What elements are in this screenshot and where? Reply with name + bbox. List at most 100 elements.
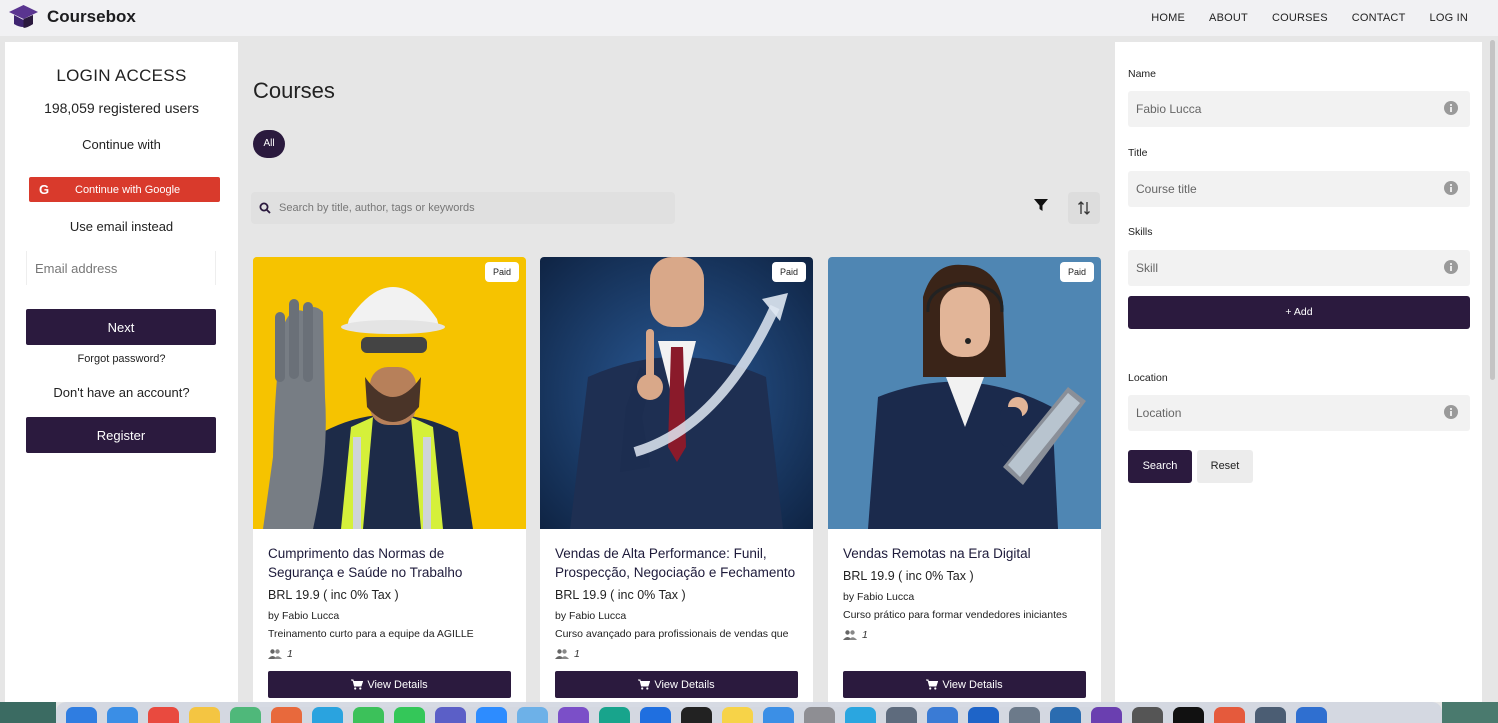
app-icon[interactable] — [640, 707, 671, 723]
app-icon[interactable] — [599, 707, 630, 723]
nav-home[interactable]: HOME — [1151, 12, 1185, 24]
xcode-icon[interactable] — [763, 707, 794, 723]
paid-badge: Paid — [484, 262, 519, 282]
course-image-safety-worker: Paid — [253, 257, 526, 529]
title-field[interactable]: Course title — [1128, 171, 1470, 207]
app-icon[interactable] — [1050, 707, 1081, 723]
info-icon — [1444, 101, 1458, 118]
chrome-icon[interactable] — [148, 707, 179, 723]
google-icon: G — [38, 182, 50, 197]
enrolled-count: 1 — [862, 629, 868, 641]
course-title[interactable]: Vendas de Alta Performance: Funil, Prosp… — [555, 544, 798, 582]
login-panel: LOGIN ACCESS 198,059 registered users Co… — [5, 42, 238, 702]
search-button[interactable]: Search — [1128, 450, 1192, 483]
next-button[interactable]: Next — [26, 309, 216, 345]
course-price: BRL 19.9 ( inc 0% Tax ) — [555, 588, 686, 602]
paid-badge: Paid — [1059, 262, 1094, 282]
nav-about[interactable]: ABOUT — [1209, 12, 1248, 24]
course-author: by Fabio Lucca — [843, 591, 915, 603]
messages-icon[interactable] — [394, 707, 425, 723]
app-icon[interactable] — [1214, 707, 1245, 723]
cart-icon — [926, 679, 939, 690]
registered-users-count: 198,059 registered users — [44, 100, 199, 116]
app-icon[interactable] — [1009, 707, 1040, 723]
cart-icon — [638, 679, 651, 690]
sort-button[interactable] — [1068, 192, 1100, 224]
enrolled-count: 1 — [287, 648, 293, 660]
finder-icon[interactable] — [66, 707, 97, 723]
google-login-button[interactable]: G Continue with Google — [29, 177, 220, 202]
app-icon[interactable] — [1255, 707, 1286, 723]
nav-contact[interactable]: CONTACT — [1352, 12, 1406, 24]
app-icon[interactable] — [558, 707, 589, 723]
app-store-icon[interactable] — [107, 707, 138, 723]
page-scrollbar[interactable] — [1490, 40, 1495, 380]
page-title: Courses — [253, 78, 335, 103]
course-card[interactable]: Paid Vendas Remotas na Era Digital BRL 1… — [828, 257, 1101, 707]
users-icon — [555, 649, 569, 659]
name-label: Name — [1128, 68, 1157, 80]
app-icon[interactable] — [886, 707, 917, 723]
course-description: Treinamento curto para a equipe da AGILL… — [268, 628, 474, 640]
users-icon — [268, 649, 282, 659]
brand[interactable]: Coursebox — [8, 3, 136, 30]
no-account-label: Don't have an account? — [53, 385, 190, 400]
app-icon[interactable] — [1132, 707, 1163, 723]
course-price: BRL 19.9 ( inc 0% Tax ) — [268, 588, 399, 602]
settings-icon[interactable] — [804, 707, 835, 723]
app-icon[interactable] — [845, 707, 876, 723]
enrolled-count: 1 — [574, 648, 580, 660]
course-title[interactable]: Cumprimento das Normas de Segurança e Sa… — [268, 544, 511, 582]
course-card[interactable]: Paid Cumprimento das Normas de Segurança… — [253, 257, 526, 707]
course-author: by Fabio Lucca — [268, 610, 340, 622]
course-card[interactable]: Paid Vendas de Alta Performance: Funil, … — [540, 257, 813, 707]
claude-icon[interactable] — [271, 707, 302, 723]
whatsapp-icon[interactable] — [353, 707, 384, 723]
skill-field[interactable]: Skill — [1128, 250, 1470, 286]
notes-icon[interactable] — [189, 707, 220, 723]
cart-icon — [351, 679, 364, 690]
view-details-button[interactable]: View Details — [555, 671, 798, 698]
view-details-button[interactable]: View Details — [268, 671, 511, 698]
enrolled-users: 1 — [843, 629, 1086, 641]
notes-icon[interactable] — [722, 707, 753, 723]
info-icon — [1444, 260, 1458, 277]
app-icon[interactable] — [927, 707, 958, 723]
add-skill-button[interactable]: + Add — [1128, 296, 1470, 329]
terminal-icon[interactable] — [681, 707, 712, 723]
nav-courses[interactable]: COURSES — [1272, 12, 1328, 24]
google-login-label: Continue with Google — [75, 183, 181, 196]
app-icon[interactable] — [1296, 707, 1327, 723]
course-description: Curso avançado para profissionais de ven… — [555, 628, 789, 640]
login-title: LOGIN ACCESS — [56, 66, 187, 85]
filter-panel: Name Fabio Lucca Title Course title Skil… — [1115, 42, 1482, 702]
terminal-icon[interactable] — [1173, 707, 1204, 723]
app-icon[interactable] — [1091, 707, 1122, 723]
course-image-remote-sales: Paid — [828, 257, 1101, 529]
forgot-password-link[interactable]: Forgot password? — [5, 353, 238, 365]
view-details-button[interactable]: View Details — [843, 671, 1086, 698]
email-field[interactable] — [26, 251, 216, 285]
info-icon — [1444, 181, 1458, 198]
skill-placeholder: Skill — [1136, 261, 1159, 275]
enrolled-users: 1 — [555, 648, 798, 660]
nav-login[interactable]: LOG IN — [1430, 12, 1469, 24]
zoom-icon[interactable] — [476, 707, 507, 723]
register-button[interactable]: Register — [26, 417, 216, 453]
teams-icon[interactable] — [435, 707, 466, 723]
desktop-wallpaper — [0, 702, 56, 723]
telegram-icon[interactable] — [312, 707, 343, 723]
name-field[interactable]: Fabio Lucca — [1128, 91, 1470, 127]
safari-icon[interactable] — [517, 707, 548, 723]
reset-button[interactable]: Reset — [1197, 450, 1253, 483]
search-input[interactable] — [279, 202, 659, 214]
filter-all-pill[interactable]: All — [253, 130, 285, 158]
filter-icon[interactable] — [1034, 198, 1048, 217]
location-field[interactable]: Location — [1128, 395, 1470, 431]
course-title[interactable]: Vendas Remotas na Era Digital — [843, 544, 1086, 563]
app-icon[interactable] — [968, 707, 999, 723]
skills-label: Skills — [1128, 226, 1153, 238]
numbers-icon[interactable] — [230, 707, 261, 723]
course-author: by Fabio Lucca — [555, 610, 627, 622]
search-icon — [251, 202, 279, 214]
